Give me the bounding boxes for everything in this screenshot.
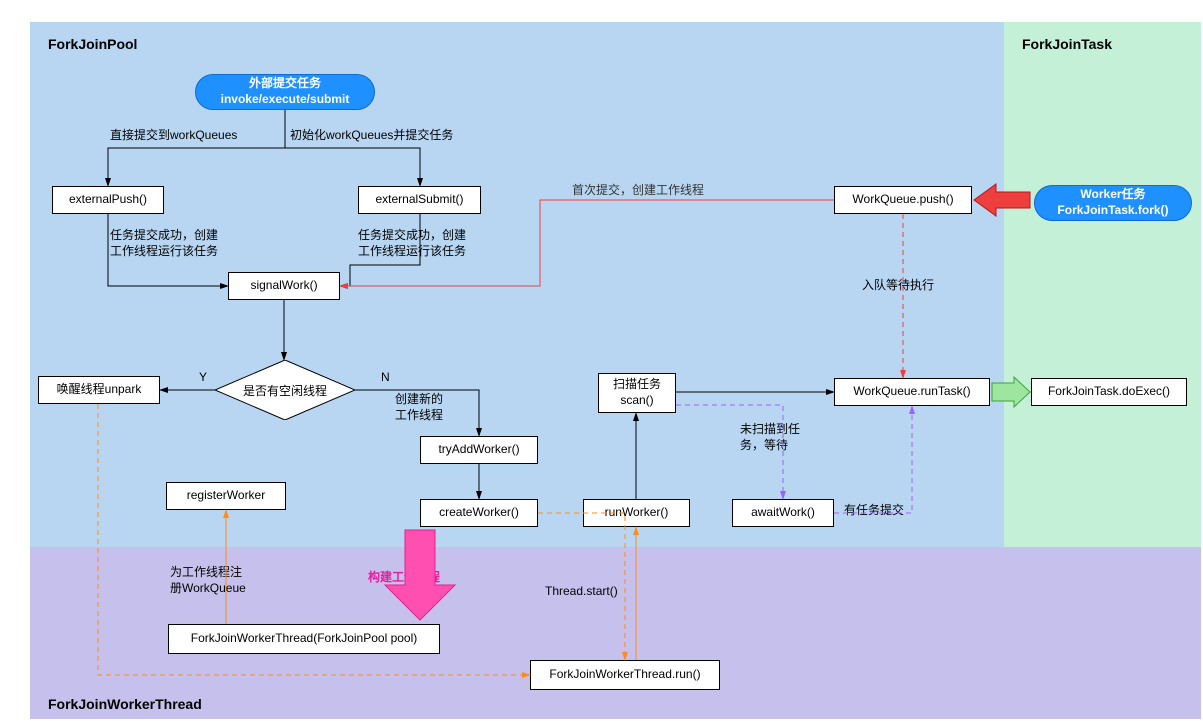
lbl-threadStart: Thread.start() (545, 584, 618, 600)
node-signalWork: signalWork() (228, 272, 340, 300)
scan-line1: 扫描任务 (613, 377, 661, 393)
lbl-initAndSubmit: 初始化workQueues并提交任务 (290, 128, 453, 144)
lbl-regWorkQueue: 为工作线程注 册WorkQueue (170, 565, 246, 596)
external-submit-line2: invoke/execute/submit (221, 92, 350, 108)
external-submit-line1: 外部提交任务 (249, 76, 321, 92)
label-forkjoinworkerthread: ForkJoinWorkerThread (48, 696, 202, 712)
worker-fork-line1: Worker任务 (1080, 187, 1145, 203)
node-scan: 扫描任务 scan() (598, 373, 676, 413)
region-forkjointask (1004, 22, 1201, 547)
node-fjwt-run: ForkJoinWorkerThread.run() (530, 660, 720, 690)
lbl-pushOk2: 任务提交成功，创建 工作线程运行该任务 (358, 228, 488, 259)
node-fjwt-ctor: ForkJoinWorkerThread(ForkJoinPool pool) (168, 624, 440, 654)
node-wqPush: WorkQueue.push() (834, 186, 972, 214)
node-registerWorker: registerWorker (166, 482, 286, 510)
lbl-Y: Y (199, 370, 207, 386)
node-worker-fork: Worker任务 ForkJoinTask.fork() (1034, 185, 1192, 221)
node-wqRunTask: WorkQueue.runTask() (834, 378, 990, 406)
node-externalSubmit: externalSubmit() (358, 186, 481, 214)
idle-decision-label: 是否有空闲线程 (215, 360, 355, 420)
node-idle-decision: 是否有空闲线程 (215, 360, 355, 420)
label-forkjointask: ForkJoinTask (1022, 36, 1112, 52)
lbl-createNewThread: 创建新的 工作线程 (395, 392, 443, 423)
node-externalPush: externalPush() (52, 186, 164, 214)
lbl-directSubmit: 直接提交到workQueues (110, 128, 237, 144)
lbl-N: N (381, 370, 390, 386)
lbl-firstSubmit: 首次提交，创建工作线程 (572, 183, 704, 199)
node-doExec: ForkJoinTask.doExec() (1031, 378, 1187, 406)
lbl-hasTaskSubmit: 有任务提交 (844, 503, 904, 519)
diagram-canvas: ForkJoinPool ForkJoinTask ForkJoinWorker… (0, 0, 1203, 721)
node-unpark: 唤醒线程unpark (38, 376, 160, 404)
region-forkjoinpool (30, 22, 1004, 547)
worker-fork-line2: ForkJoinTask.fork() (1057, 203, 1168, 219)
label-forkjoinpool: ForkJoinPool (48, 36, 137, 52)
node-external-submit: 外部提交任务 invoke/execute/submit (195, 74, 375, 110)
scan-line2: scan() (620, 393, 653, 409)
lbl-pushOk1: 任务提交成功，创建 工作线程运行该任务 (110, 228, 240, 259)
lbl-enqueueWait: 入队等待执行 (862, 278, 934, 294)
node-createWorker: createWorker() (420, 499, 538, 527)
node-tryAddWorker: tryAddWorker() (420, 436, 538, 464)
lbl-noTaskWait: 未扫描到任 务，等待 (740, 422, 800, 453)
node-awaitWork: awaitWork() (732, 499, 834, 527)
lbl-buildWorker: 构建工作线程 (368, 570, 440, 586)
node-runWorker: runWorker() (583, 499, 690, 527)
